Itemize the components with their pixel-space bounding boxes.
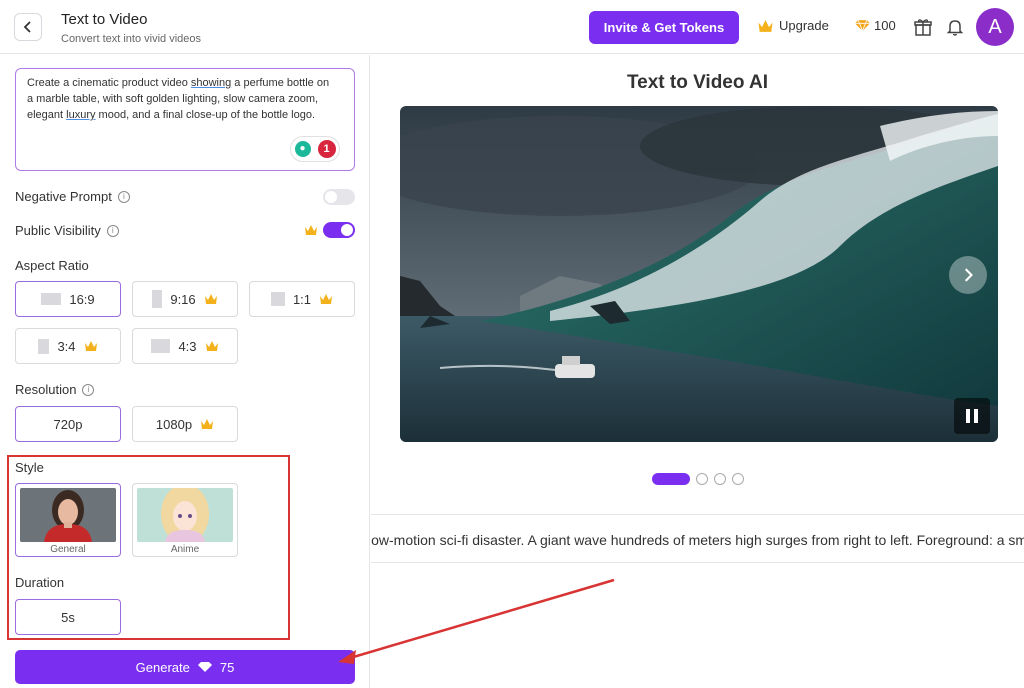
style-label: Style [15,460,44,475]
upgrade-label: Upgrade [779,18,829,33]
marquee-text: low-motion sci-fi disaster. A giant wave… [371,532,1024,548]
crown-icon [320,294,333,304]
crown-icon [201,419,214,429]
bell-icon[interactable] [945,17,965,37]
info-icon[interactable]: i [82,383,95,396]
general-style-thumbnail [20,488,116,542]
style-anime-card[interactable]: Anime [132,483,238,557]
gift-icon[interactable] [913,17,933,37]
info-icon[interactable]: i [106,224,119,237]
video-preview[interactable] [400,106,998,442]
aspect-16-9-button[interactable]: 16:9 [15,281,121,317]
carousel-dots [652,473,744,485]
user-avatar[interactable]: A [976,8,1014,46]
aspect-ratio-label: Aspect Ratio [15,258,89,273]
prompt-assist-widget[interactable]: ● 1 [290,136,340,162]
prompt-marquee: low-motion sci-fi disaster. A giant wave… [371,514,1024,563]
invite-tokens-button[interactable]: Invite & Get Tokens [589,11,739,44]
ratio-shape [270,292,285,306]
token-count: 100 [874,18,896,33]
ratio-shape [38,338,50,354]
style-general-card[interactable]: General [15,483,121,557]
lightbulb-icon[interactable]: ● [294,141,311,157]
anime-style-thumbnail [137,488,233,542]
page-subtitle: Convert text into vivid videos [61,33,202,45]
crown-icon [305,225,317,235]
prompt-text: Create a cinematic product video showing… [27,77,330,121]
upgrade-link[interactable]: Upgrade [757,18,829,33]
aspect-1-1-button[interactable]: 1:1 [249,281,355,317]
resolution-label: Resolution i [15,382,95,397]
carousel-dot-2[interactable] [696,473,708,485]
resolution-1080p-button[interactable]: 1080p [132,406,238,442]
settings-panel: Create a cinematic product video showing… [0,55,370,688]
aspect-9-16-button[interactable]: 9:16 [132,281,238,317]
public-visibility-toggle[interactable] [323,222,355,238]
pause-icon [974,409,978,423]
next-slide-button[interactable] [949,256,987,294]
ratio-shape [152,290,163,308]
prompt-input[interactable]: Create a cinematic product video showing… [15,68,355,171]
info-icon[interactable]: i [117,190,130,203]
pause-button[interactable] [954,398,990,434]
diamond-icon [197,662,212,672]
preview-title: Text to Video AI [626,72,769,93]
crown-icon [758,19,773,32]
style-caption: General [50,544,86,555]
diamond-icon [855,19,870,32]
duration-label: Duration [15,575,65,590]
token-balance[interactable]: 100 [855,18,896,33]
chevron-left-icon [23,21,31,33]
back-button[interactable] [14,13,42,41]
issue-count-badge[interactable]: 1 [317,140,336,158]
ratio-shape [41,293,62,305]
pause-icon [966,409,970,423]
carousel-dot-3[interactable] [714,473,726,485]
top-header: Text to Video Convert text into vivid vi… [0,0,1024,54]
ratio-shape [151,339,171,353]
resolution-720p-button[interactable]: 720p [15,406,121,442]
video-frame [400,106,998,442]
carousel-dot-1[interactable] [652,473,690,485]
aspect-3-4-button[interactable]: 3:4 [15,328,121,364]
page-title: Text to Video [61,11,148,28]
crown-icon [84,341,97,351]
crown-icon [204,294,217,304]
negative-prompt-toggle[interactable] [323,189,355,205]
chevron-right-icon [964,268,973,282]
style-caption: Anime [170,544,200,555]
public-visibility-label: Public Visibility i [15,223,119,238]
aspect-4-3-button[interactable]: 4:3 [132,328,238,364]
duration-5s-button[interactable]: 5s [15,599,121,635]
carousel-dot-4[interactable] [732,473,744,485]
crown-icon [205,341,218,351]
negative-prompt-label: Negative Prompt i [15,189,130,204]
generate-button[interactable]: Generate 75 [15,650,355,684]
